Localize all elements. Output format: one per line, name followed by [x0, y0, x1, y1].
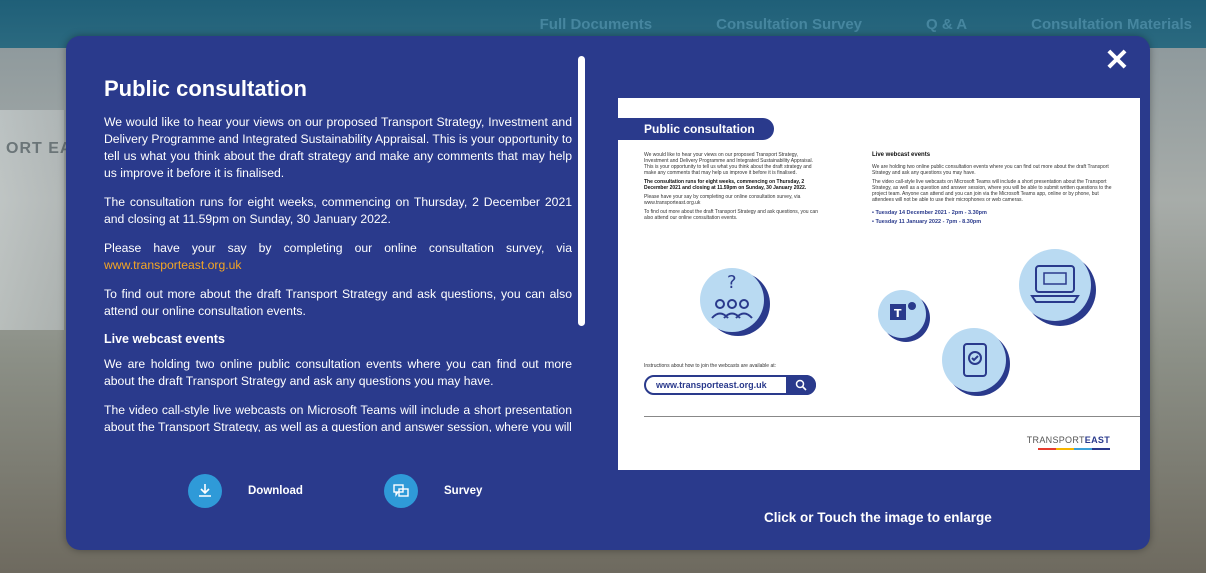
consultation-modal: ✕ Public consultation We would like to h… — [66, 36, 1150, 550]
intro-paragraph: We would like to hear your views on our … — [104, 115, 572, 180]
preview-dates-text: The consultation runs for eight weeks, c… — [644, 179, 807, 191]
webcast-paragraph: We are holding two online public consult… — [104, 357, 572, 388]
survey-paragraph-text: Please have your say by completing our o… — [104, 241, 572, 255]
computer-icon — [1019, 249, 1096, 326]
survey-paragraph: Please have your say by completing our o… — [104, 240, 572, 274]
preview-paragraph: The consultation runs for eight weeks, c… — [644, 179, 820, 191]
download-button[interactable]: Download — [188, 474, 303, 508]
text-scrollbar[interactable] — [578, 56, 585, 326]
download-label: Download — [248, 485, 303, 497]
preview-column-left: We would like to hear your views on our … — [644, 152, 820, 224]
preview-dates: • Tuesday 14 December 2021 - 2pm - 3.30p… — [872, 209, 1114, 227]
preview-instructions: Instructions about how to join the webca… — [644, 363, 777, 369]
svg-text:?: ? — [727, 272, 737, 293]
survey-icon — [384, 474, 418, 508]
transport-east-logo: TRANSPORTEAST — [1027, 435, 1110, 445]
webcast-heading: Live webcast events — [104, 332, 225, 346]
close-button[interactable]: ✕ — [1104, 46, 1130, 76]
tablet-check-icon — [942, 328, 1010, 396]
svg-text:T: T — [894, 307, 902, 320]
nav-consultation-materials[interactable]: Consultation Materials — [1031, 16, 1192, 33]
enlarge-hint: Click or Touch the image to enlarge — [764, 510, 992, 525]
survey-label: Survey — [444, 485, 483, 497]
nav-qa[interactable]: Q & A — [926, 16, 967, 33]
nav-consultation-survey[interactable]: Consultation Survey — [716, 16, 862, 33]
preview-paragraph: The video call-style live webcasts on Mi… — [872, 179, 1112, 203]
logo-text-bold: EAST — [1084, 435, 1110, 445]
dates-paragraph: The consultation runs for eight weeks, c… — [104, 195, 572, 226]
survey-link[interactable]: www.transporteast.org.uk — [104, 258, 242, 272]
question-people-icon: ? — [700, 268, 770, 336]
webcast-paragraph: The video call-style live webcasts on Mi… — [104, 403, 572, 432]
preview-paragraph: We are holding two online public consult… — [872, 164, 1109, 176]
modal-title: Public consultation — [104, 76, 307, 101]
preview-paragraph: Please have your say by completing our o… — [644, 194, 801, 206]
nav-full-documents[interactable]: Full Documents — [540, 16, 653, 33]
modal-text-content[interactable]: Public consultation We would like to hea… — [104, 76, 572, 432]
download-icon — [188, 474, 222, 508]
events-paragraph: To find out more about the draft Transpo… — [104, 287, 572, 318]
preview-title: Public consultation — [618, 118, 774, 140]
preview-date-item: • Tuesday 11 January 2022 - 7pm - 8.30pm — [872, 219, 982, 225]
preview-divider — [644, 416, 1140, 417]
preview-paragraph: To find out more about the draft Transpo… — [644, 209, 818, 221]
logo-text-light: TRANSPORT — [1026, 435, 1085, 445]
preview-paragraph: We would like to hear your views on our … — [644, 152, 813, 176]
preview-column-right: Live webcast events We are holding two o… — [872, 152, 1114, 227]
logo-color-bar — [1038, 448, 1110, 450]
teams-icon: T — [878, 290, 930, 342]
document-preview[interactable]: Public consultation We would like to hea… — [618, 98, 1140, 470]
preview-date-item: • Tuesday 14 December 2021 - 2pm - 3.30p… — [872, 210, 987, 216]
survey-button[interactable]: Survey — [384, 474, 482, 508]
search-icon — [786, 375, 816, 395]
preview-webcast-heading: Live webcast events — [872, 152, 931, 158]
preview-url-text: www.transporteast.org.uk — [656, 380, 767, 390]
preview-url-box: www.transporteast.org.uk — [644, 375, 816, 395]
